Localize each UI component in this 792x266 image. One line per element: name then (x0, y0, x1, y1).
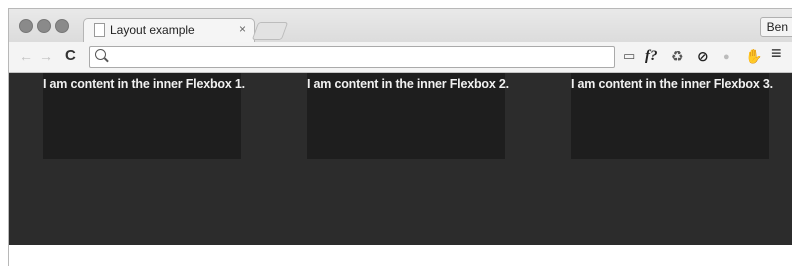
menu-icon[interactable]: ≡ (771, 44, 782, 62)
document-icon (94, 23, 105, 37)
address-bar[interactable] (89, 46, 615, 68)
inner-flexbox-2: I am content in the inner Flexbox 2. (307, 73, 509, 159)
profile-button[interactable]: Ben (759, 17, 792, 37)
browser-window: Layout example × Ben ← → C ▭ f? ♻ ⊘ ● ✋ … (8, 8, 792, 266)
title-bar: Layout example × Ben (9, 9, 792, 43)
flexbox-1-text: I am content in the inner Flexbox 1. (43, 77, 245, 91)
reload-icon[interactable]: C (65, 48, 76, 64)
blocker-icon[interactable]: ⊘ (697, 48, 709, 64)
zoom-window-button[interactable] (55, 19, 69, 33)
page-viewport: I am content in the inner Flexbox 1. I a… (9, 73, 792, 245)
close-window-button[interactable] (19, 19, 33, 33)
font-icon[interactable]: f? (645, 48, 658, 64)
tab-title: Layout example (110, 23, 195, 37)
toolbar: ← → C ▭ f? ♻ ⊘ ● ✋ ≡ (9, 42, 792, 73)
back-arrow-icon[interactable]: ← (19, 48, 33, 64)
inner-flexbox-1: I am content in the inner Flexbox 1. (43, 73, 245, 159)
hand-icon[interactable]: ✋ (745, 48, 762, 64)
inner-flexbox-3: I am content in the inner Flexbox 3. (571, 73, 773, 159)
recycle-icon[interactable]: ♻ (671, 48, 684, 64)
page-icon[interactable]: ▭ (623, 48, 635, 64)
forward-arrow-icon[interactable]: → (39, 48, 53, 64)
search-icon (95, 49, 106, 60)
flexbox-2-text: I am content in the inner Flexbox 2. (307, 77, 509, 91)
flexbox-3-text: I am content in the inner Flexbox 3. (571, 77, 773, 91)
minimize-window-button[interactable] (37, 19, 51, 33)
tab-close-icon[interactable]: × (239, 22, 246, 36)
new-tab-button[interactable] (251, 22, 289, 40)
browser-tab[interactable]: Layout example × (83, 18, 255, 43)
android-icon[interactable]: ● (723, 49, 730, 65)
